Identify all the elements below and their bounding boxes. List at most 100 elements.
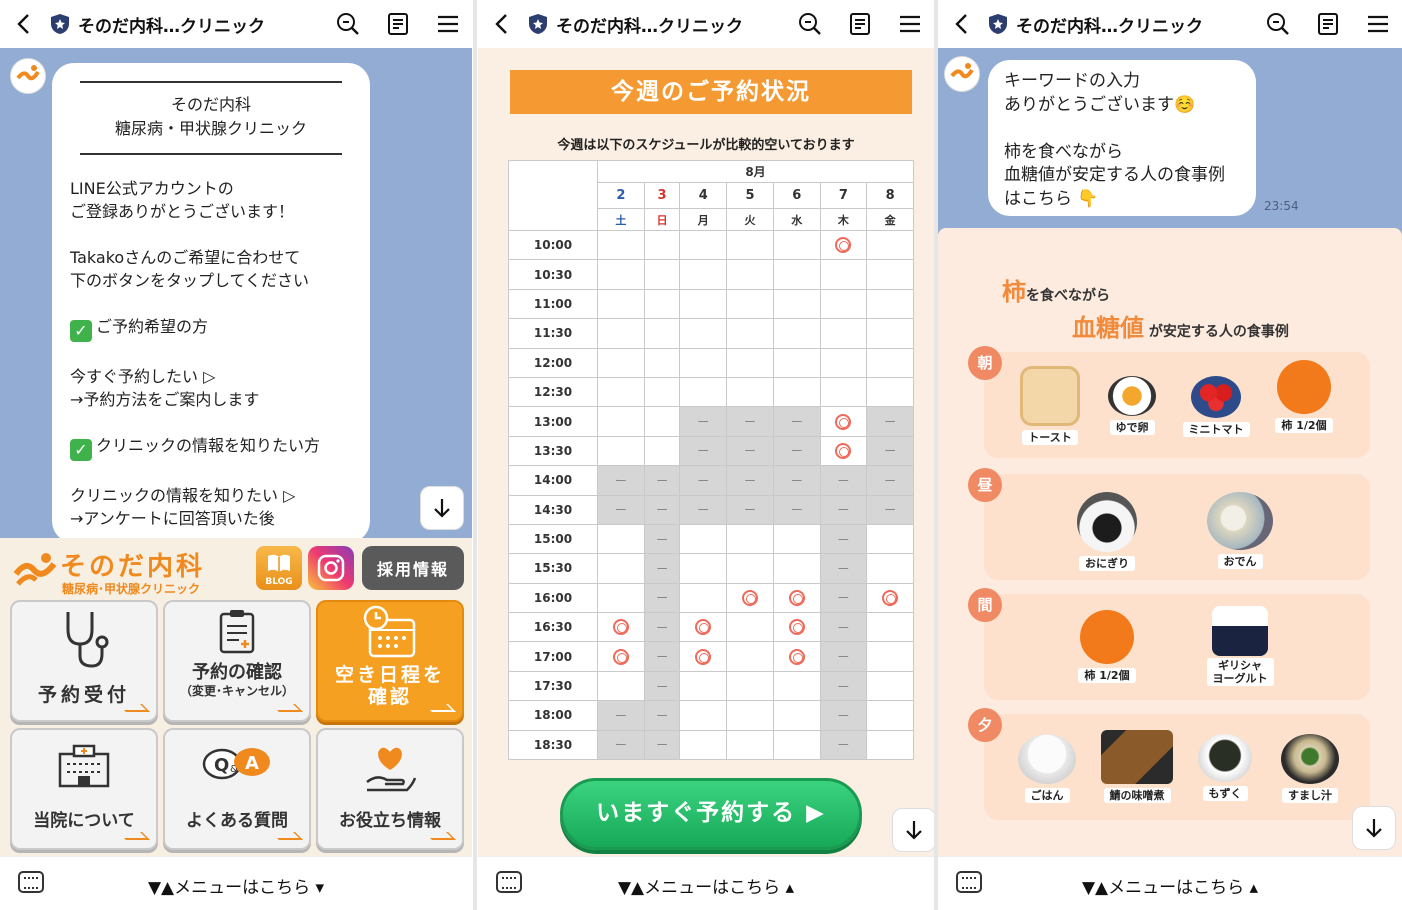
slot-unavailable: ー [679, 435, 728, 467]
food-item: ごはん [1012, 734, 1082, 803]
scroll-down-button[interactable] [892, 808, 934, 852]
menu-toggle[interactable]: ▼▲メニューはこちら ▴ [938, 873, 1402, 898]
recruit-button[interactable]: 採用情報 [362, 546, 464, 590]
slot-empty [772, 259, 821, 290]
chat-footer: ▼▲メニューはこちら ▴ [938, 856, 1402, 910]
slot-empty [772, 553, 821, 584]
official-shield-icon [989, 14, 1007, 34]
available-slots-tile[interactable]: 空き日程を 確認 [316, 600, 464, 722]
slot-unavailable: ー [643, 494, 681, 525]
arrow-icon [118, 832, 150, 840]
blog-button[interactable]: BLOG [256, 546, 302, 590]
back-icon[interactable] [488, 11, 514, 37]
hamburger-menu-icon[interactable] [434, 10, 462, 38]
notes-icon[interactable] [1314, 10, 1342, 38]
slot-empty [772, 229, 821, 261]
time-slot-row: 18:30 ーーー [508, 729, 914, 761]
slot-empty [643, 347, 681, 378]
slot-empty [726, 612, 774, 643]
screen-welcome: そのだ内科…クリニック そのだ内科 糖尿病・甲状腺クリニック LINE公式アカウ… [0, 0, 472, 910]
corner-cell [508, 160, 598, 231]
slot-empty [819, 259, 868, 290]
screen-schedule: そのだ内科…クリニック 今週のご予約状況 今週は以下のスケジュールが比較的空いて… [478, 0, 934, 910]
slot-empty [866, 700, 914, 731]
meal-snack: 間 柿 1/2個 ギリシャ ヨーグルト [968, 588, 1370, 700]
slot-empty [726, 641, 774, 672]
slot-empty [866, 523, 914, 555]
slot-empty [819, 347, 868, 378]
food-item: すまし汁 [1272, 734, 1348, 803]
slot-unavailable: ー [819, 612, 868, 643]
rice-ball-icon [1077, 492, 1137, 552]
slot-unavailable: ー [819, 729, 868, 761]
meal-badge: 昼 [968, 468, 1002, 502]
available-mark-icon [695, 619, 712, 636]
instagram-button[interactable] [308, 546, 354, 590]
meal-example-card[interactable]: 柿を食べながら 血糖値 が安定する人の食事例 朝 トースト ゆで卵 ミニトマト … [938, 228, 1402, 860]
available-mark-icon [882, 589, 899, 606]
notes-icon[interactable] [846, 10, 874, 38]
welcome-message-text: LINE公式アカウントの ご登録ありがとうございます！ Takakoさんのご希望… [70, 179, 321, 528]
about-clinic-label: 当院について [33, 811, 135, 831]
time-slot-row: 16:30 ー ー [508, 612, 914, 643]
slot-empty [597, 347, 645, 378]
available-slots-label: 空き日程を 確認 [334, 664, 445, 708]
date-cell: 6 [772, 182, 821, 209]
useful-info-tile[interactable]: お役立ち情報 [316, 728, 464, 850]
reserve-now-button[interactable]: いますぐ予約する ▶ [560, 778, 862, 850]
time-slot-row: 15:30 ー ー [508, 553, 914, 584]
notes-icon[interactable] [384, 10, 412, 38]
weekday-cell: 火 [726, 208, 774, 231]
slot-empty [597, 582, 645, 614]
time-slot-row: 13:30 ーーーー [508, 435, 914, 467]
scroll-down-button[interactable] [1352, 806, 1396, 850]
chat-title: そのだ内科…クリニック [78, 16, 265, 37]
time-label: 13:30 [508, 435, 598, 467]
persimmon-icon [1277, 360, 1331, 414]
search-icon[interactable] [1264, 10, 1292, 38]
menu-toggle[interactable]: ▼▲メニューはこちら ▴ [478, 873, 934, 898]
scroll-down-button[interactable] [420, 486, 464, 530]
heading-persimmon: 柿 [1002, 278, 1026, 306]
search-icon[interactable] [334, 10, 362, 38]
food-item: トースト [1012, 366, 1088, 445]
toast-icon [1020, 366, 1080, 426]
slot-available [772, 641, 821, 672]
clipboard-icon [219, 610, 255, 654]
available-mark-icon [788, 589, 805, 606]
food-label: ゆで卵 [1109, 420, 1155, 435]
menu-toggle[interactable]: ▼▲メニューはこちら ▾ [0, 873, 472, 898]
clinic-avatar[interactable] [944, 56, 980, 92]
slot-unavailable: ー [726, 494, 774, 525]
hamburger-menu-icon[interactable] [1364, 10, 1392, 38]
time-slot-row: 17:00 ー ー [508, 641, 914, 672]
schedule-table: 8月 2345678 土日月火水木金 10:00 10:30 11:00 11:30 1… [508, 160, 914, 761]
calendar-clock-icon [363, 605, 416, 658]
faq-tile[interactable]: Q & A よくある質問 [163, 728, 311, 850]
reservation-tile[interactable]: 予約受付 [10, 600, 158, 722]
back-icon[interactable] [10, 11, 36, 37]
time-label: 10:30 [508, 259, 598, 290]
slot-empty [679, 259, 728, 290]
meal-dinner: 夕 ごはん 鯖の味噌煮 もずく すまし汁 [968, 708, 1370, 820]
clinic-avatar[interactable] [10, 58, 46, 94]
back-icon[interactable] [948, 11, 974, 37]
schedule-image-card[interactable]: 今週のご予約状況 今週は以下のスケジュールが比較的空いております 8月 2345… [478, 48, 934, 860]
rich-menu: そのだ内科 糖尿病･甲状腺クリニック BLOG 採用情報 予約受付 予約の確認 … [0, 538, 472, 856]
search-icon[interactable] [796, 10, 824, 38]
slot-empty [726, 523, 774, 555]
chat-footer: ▼▲メニューはこちら ▾ [0, 856, 472, 910]
confirm-reservation-tile[interactable]: 予約の確認 （変更･キャンセル） [163, 600, 311, 722]
about-clinic-tile[interactable]: 当院について [10, 728, 158, 850]
time-slot-row: 18:00 ーーー [508, 700, 914, 731]
food-item: 柿 1/2個 [1264, 360, 1344, 433]
available-mark-icon [835, 237, 852, 254]
hospital-icon [58, 744, 110, 788]
slot-empty [643, 406, 681, 437]
book-icon [268, 554, 290, 572]
hamburger-menu-icon[interactable] [896, 10, 924, 38]
food-item: ギリシャ ヨーグルト [1200, 606, 1280, 686]
slot-empty [643, 259, 681, 290]
blog-label: BLOG [265, 577, 293, 587]
stethoscope-icon [66, 612, 109, 668]
